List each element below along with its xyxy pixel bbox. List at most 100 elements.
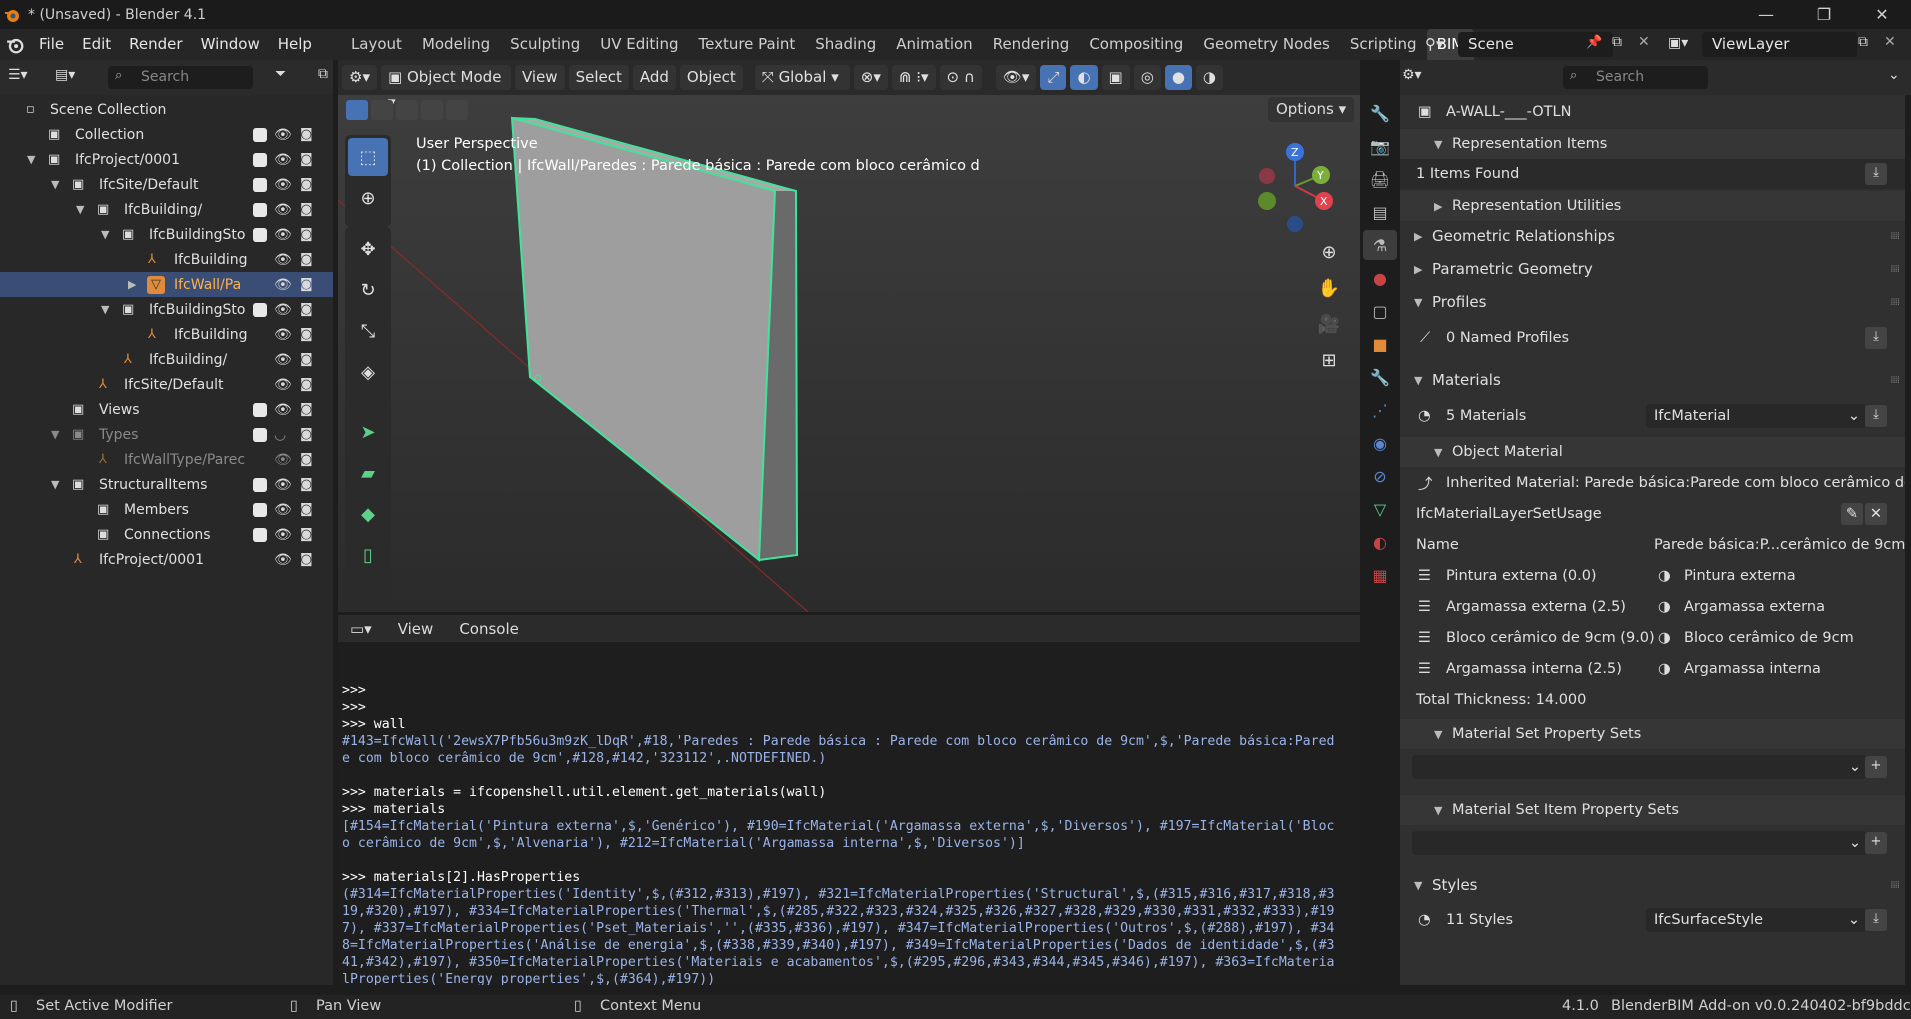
menu-render[interactable]: Render [120,29,191,60]
exclude-checkbox[interactable] [253,477,267,492]
options-dropdown[interactable]: Options ▾ [1268,97,1355,122]
tree-row[interactable]: ⅄ IfcBuilding 👁 ◙ [0,322,333,347]
chevron-down-icon[interactable]: ▼ [101,228,109,241]
tab-animation[interactable]: Animation [886,29,982,60]
tab-uv-editing[interactable]: UV Editing [590,29,688,60]
data-tab-icon[interactable]: ▽ [1363,494,1397,524]
download-icon[interactable]: ⤓ [1865,909,1887,931]
tree-row[interactable]: ▼ ▣ IfcBuildingStor 👁 ◙ [0,297,333,322]
visibility-icon[interactable]: 👁▾ [995,65,1037,90]
eye-icon[interactable]: 👁 [274,452,292,468]
representation-utilities-header[interactable]: ▶ Representation Utilities [1400,191,1905,221]
eye-closed-icon[interactable]: ◡ [274,427,286,443]
tab-texture-paint[interactable]: Texture Paint [688,29,805,60]
transform-tool-icon[interactable]: ◈ [348,353,388,391]
drag-handle-icon[interactable]: ⁞⁞⁞⁞ [1890,297,1900,308]
tree-row[interactable]: ▼ ▣ IfcBuildingStor 👁 ◙ [0,222,333,247]
exclude-checkbox[interactable] [253,502,267,517]
properties-search[interactable]: ⌕ Search [1563,66,1708,89]
eye-icon[interactable]: 👁 [274,302,292,318]
camera-icon[interactable]: ◙ [300,227,313,242]
camera-icon[interactable]: ◙ [300,477,313,492]
eye-icon[interactable]: 👁 [274,152,292,168]
gizmo-icon[interactable]: ⤢ [1040,65,1067,90]
drag-handle-icon[interactable]: ⁞⁞⁞⁞ [1890,375,1900,386]
tab-rendering[interactable]: Rendering [983,29,1080,60]
editor-type-icon[interactable]: ☰▾ [8,67,28,83]
tab-shading[interactable]: Shading [805,29,886,60]
console-editor-type-icon[interactable]: ▭▾ [350,620,372,638]
tree-row[interactable]: ▼ ▣ Types ◡ ◙ [0,422,333,447]
camera-icon[interactable]: ◙ [300,402,313,417]
representation-items-header[interactable]: ▼ Representation Items [1400,129,1905,159]
chevron-down-icon[interactable]: ⌄ [1888,67,1900,83]
scale-tool-icon[interactable]: ⤡ [348,312,388,350]
eye-icon[interactable]: 👁 [274,477,292,493]
menu-window[interactable]: Window [192,29,269,60]
exclude-checkbox[interactable] [253,302,267,317]
close-window-button[interactable]: ✕ [1853,0,1911,29]
layer-row[interactable]: ☰ Argamassa interna (2.5) ◑ Argamassa in… [1400,654,1905,684]
python-console[interactable]: >>> >>> >>> wall #143=IfcWall('2ewsX7Pfb56u… [338,642,1360,985]
xray-icon[interactable]: ▣ [1101,65,1130,90]
camera-icon[interactable]: ◙ [300,302,313,317]
tree-row[interactable]: ▼ ▣ IfcSite/Default 👁 ◙ [0,172,333,197]
layer-row[interactable]: ☰ Bloco cerâmico de 9cm (9.0) ◑ Bloco ce… [1400,623,1905,653]
camera-icon[interactable]: ◙ [300,452,313,467]
properties-editor-type-icon[interactable]: ⚙▾ [1402,67,1422,83]
transform-orientation-dropdown[interactable]: ⤧ Global ▾ [754,65,850,90]
blender-menu-icon[interactable] [0,36,30,54]
camera-icon[interactable]: ◙ [300,202,313,217]
eye-icon[interactable]: 👁 [274,252,292,268]
select-tool-icon[interactable]: ⬚ [348,138,388,176]
camera-icon[interactable]: ◙ [300,377,313,392]
exclude-checkbox[interactable] [253,202,267,217]
layer-row[interactable]: ☰ Argamassa externa (2.5) ◑ Argamassa ex… [1400,592,1905,622]
tree-row[interactable]: ⅄ IfcProject/0001 👁 ◙ [0,547,333,572]
select-invert-icon[interactable] [421,100,443,120]
snap-icon[interactable]: ⋒ ⁝▾ [891,65,936,90]
pin-scene-icon[interactable]: 📌 [1586,35,1602,50]
editor-type-icon[interactable]: ⚙▾ [342,65,377,90]
world-tab-icon[interactable]: ● [1363,263,1397,293]
pan-hand-icon[interactable]: ✋ [1312,278,1346,314]
exclude-checkbox[interactable] [253,127,267,142]
exclude-checkbox[interactable] [253,527,267,542]
new-collection-icon[interactable]: ⧉ [318,66,328,82]
select-subtract-icon[interactable] [396,100,418,120]
camera-icon[interactable]: ◙ [300,552,313,567]
drag-handle-icon[interactable]: ⁞⁞⁞⁞ [1890,231,1900,242]
maximize-button[interactable]: ❐ [1795,0,1853,29]
camera-icon[interactable]: ◙ [300,127,313,142]
select-box-icon[interactable] [346,100,368,120]
menu-view[interactable]: View [514,65,565,90]
tree-row[interactable]: ⅄ IfcWallType/Parec 👁 ◙ [0,447,333,472]
camera-view-icon[interactable]: 🎥 [1312,314,1346,350]
parametric-geometry-header[interactable]: ▶ Parametric Geometry ⁞⁞⁞⁞ [1400,254,1905,284]
chevron-down-icon[interactable]: ▼ [51,178,59,191]
material-set-item-psets-header[interactable]: ▼ Material Set Item Property Sets [1400,795,1905,825]
tree-row[interactable]: ▣ Connections 👁 ◙ [0,522,333,547]
camera-icon[interactable]: ◙ [300,252,313,267]
eye-icon[interactable]: 👁 [274,402,292,418]
select-intersect-icon[interactable] [446,100,468,120]
materials-header[interactable]: ▼ Materials ⁞⁞⁞⁞ [1400,365,1905,395]
menu-object[interactable]: Object [679,65,743,90]
layer-row[interactable]: ☰ Pintura externa (0.0) ◑ Pintura extern… [1400,561,1905,591]
profiles-header[interactable]: ▼ Profiles ⁞⁞⁞⁞ [1400,287,1905,317]
particles-tab-icon[interactable]: ⋰ [1363,395,1397,425]
scene-tab-icon[interactable]: ⚗ [1363,230,1397,260]
physics-tab-icon[interactable]: ◉ [1363,428,1397,458]
delete-view-layer-icon[interactable]: ✕ [1884,34,1896,50]
view-layer-tab-icon[interactable]: ▤ [1363,197,1397,227]
bim-explore-tool-icon[interactable]: ➤ [348,413,388,451]
styles-header[interactable]: ▼ Styles ⁞⁞⁞⁞ [1400,870,1905,900]
select-extend-icon[interactable] [371,100,393,120]
eye-icon[interactable]: 👁 [274,552,292,568]
tree-row-selected[interactable]: ▶ ▽ IfcWall/Pa 👁 ◙ [0,272,333,297]
navigation-gizmo[interactable]: Z Y X [1255,140,1345,240]
tree-row[interactable]: ▫ Scene Collection [0,97,333,122]
drag-handle-icon[interactable]: ⁞⁞⁞⁞ [1890,264,1900,275]
collection-tab-icon[interactable]: ▢ [1363,296,1397,326]
exclude-checkbox[interactable] [253,177,267,192]
